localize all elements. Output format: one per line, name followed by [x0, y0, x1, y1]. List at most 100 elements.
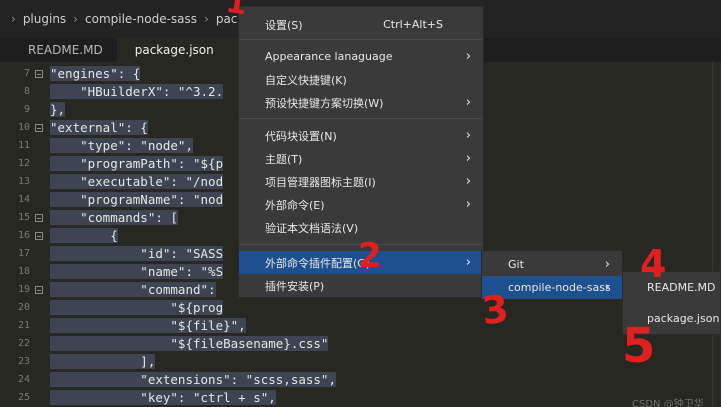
submenu-item[interactable]: Git › [482, 253, 622, 276]
code-line: "programPath": "${p [50, 156, 224, 171]
menu-item-label: 验证本文档语法(V) [265, 221, 359, 235]
code-line-text: "${fileBasename}.css" [50, 336, 329, 351]
fold-toggle-icon[interactable] [35, 286, 43, 294]
annotation-5: 5 [622, 318, 656, 374]
menu-item[interactable]: 外部命令(E) › [239, 193, 483, 216]
code-line: "commands": [ [50, 210, 178, 225]
breadcrumb-item-plugins[interactable]: plugins [23, 12, 66, 26]
chevron-right-icon: › [465, 151, 471, 166]
code-line: ], [50, 354, 156, 369]
line-number: 23 [17, 356, 30, 367]
breadcrumb-separator-icon: › [204, 12, 209, 26]
line-number: 9 [23, 104, 30, 115]
code-line-text: "HBuilderX": "^3.2. [50, 84, 224, 99]
chevron-right-icon: › [604, 257, 610, 272]
line-number: 21 [17, 320, 30, 331]
code-line: "${file}", [50, 318, 246, 333]
editor-scrollbar[interactable] [712, 62, 721, 407]
breadcrumb-separator-icon: › [73, 12, 78, 26]
line-number: 18 [17, 266, 30, 277]
menu-divider [239, 39, 483, 40]
line-number: 20 [17, 302, 30, 313]
code-line-text: "extensions": "scss,sass", [50, 372, 336, 387]
menu-item-label: 主题(T) [265, 152, 303, 166]
line-number: 17 [17, 248, 30, 259]
fold-toggle-icon[interactable] [35, 214, 43, 222]
line-number: 13 [17, 176, 30, 187]
line-number: 19 [17, 284, 30, 295]
line-number: 11 [17, 140, 30, 151]
code-line: "name": "%S [50, 264, 224, 279]
code-line: { [50, 228, 118, 243]
menu-item[interactable]: 项目管理器图标主题(I) › [239, 170, 483, 193]
tab-readme[interactable]: README.MD [0, 38, 117, 62]
chevron-right-icon: › [465, 49, 471, 64]
breadcrumb-item-compile-node-sass[interactable]: compile-node-sass [85, 12, 197, 26]
watermark: CSDN @钟卫华 [632, 399, 704, 407]
submenu-item-label: compile-node-sass [508, 281, 611, 294]
menu-item[interactable]: 主题(T) › [239, 147, 483, 170]
code-line-text: "programName": "nod [50, 192, 224, 207]
code-line: "type": "node", [50, 138, 193, 153]
code-line: }, [50, 102, 66, 117]
code-line: "programName": "nod [50, 192, 224, 207]
code-line: "extensions": "scss,sass", [50, 372, 336, 387]
code-line: "engines": { [50, 66, 141, 81]
annotation-3: 3 [479, 286, 511, 334]
menu-item-label: 外部命令插件配置(G) [265, 256, 371, 270]
code-line-text: "command": [50, 282, 216, 297]
code-line-text: ], [50, 354, 156, 369]
line-number: 14 [17, 194, 30, 205]
chevron-right-icon: › [465, 128, 471, 143]
code-line-text: "programPath": "${p [50, 156, 224, 171]
submenu-item-label: Git [508, 258, 524, 271]
code-line-text: "executable": "/nod [50, 174, 224, 189]
menu-item[interactable]: 设置(S) Ctrl+Alt+S [239, 13, 483, 36]
menu-item-label: 代码块设置(N) [265, 129, 337, 143]
menu-item-label: 插件安装(P) [265, 279, 325, 293]
chevron-right-icon: › [465, 95, 471, 110]
line-number: 24 [17, 374, 30, 385]
menu-item[interactable]: 自定义快捷键(K) [239, 68, 483, 91]
chevron-right-icon: › [465, 255, 471, 270]
fold-toggle-icon[interactable] [35, 232, 43, 240]
chevron-right-icon: › [604, 280, 610, 295]
menu-item[interactable]: Appearance lanaguage › [239, 45, 483, 68]
breadcrumb-separator-icon: › [11, 12, 16, 26]
line-number: 10 [17, 122, 30, 133]
menu-item-shortcut: Ctrl+Alt+S [383, 18, 443, 31]
code-line-text: "key": "ctrl + s", [50, 390, 276, 405]
file-menu-item[interactable]: README.MD [623, 276, 720, 299]
menu-item[interactable]: 插件安装(P) [239, 274, 483, 297]
tab-package-json[interactable]: package.json [116, 38, 244, 62]
code-line-text: "type": "node", [50, 138, 193, 153]
code-line: "command": [50, 282, 216, 297]
chevron-right-icon: › [465, 197, 471, 212]
menu-item-label: 设置(S) [265, 18, 303, 32]
code-line: "id": "SASS [50, 246, 224, 261]
code-line: "executable": "/nod [50, 174, 224, 189]
code-line: "key": "ctrl + s", [50, 390, 276, 405]
line-number: 8 [23, 86, 30, 97]
menu-item[interactable]: 代码块设置(N) › [239, 124, 483, 147]
code-line: "${prog [50, 300, 224, 315]
code-line: "HBuilderX": "^3.2. [50, 84, 224, 99]
code-line-text: "${file}", [50, 318, 246, 333]
line-number: 16 [17, 230, 30, 241]
line-number: 15 [17, 212, 30, 223]
chevron-right-icon: › [465, 174, 471, 189]
code-line-text: "engines": { [50, 66, 141, 81]
line-number: 22 [17, 338, 30, 349]
code-line-text: "id": "SASS [50, 246, 224, 261]
fold-toggle-icon[interactable] [35, 70, 43, 78]
menu-divider [239, 118, 483, 119]
line-number: 7 [23, 68, 30, 79]
annotation-2: 2 [358, 236, 382, 276]
annotation-4: 4 [640, 242, 667, 286]
menu-item-label: 自定义快捷键(K) [265, 73, 347, 87]
menu-item[interactable]: 预设快捷键方案切换(W) › [239, 91, 483, 114]
fold-toggle-icon[interactable] [35, 124, 43, 132]
code-line-text: "${prog [50, 300, 224, 315]
code-line: "${fileBasename}.css" [50, 336, 329, 351]
line-number: 25 [17, 392, 30, 403]
